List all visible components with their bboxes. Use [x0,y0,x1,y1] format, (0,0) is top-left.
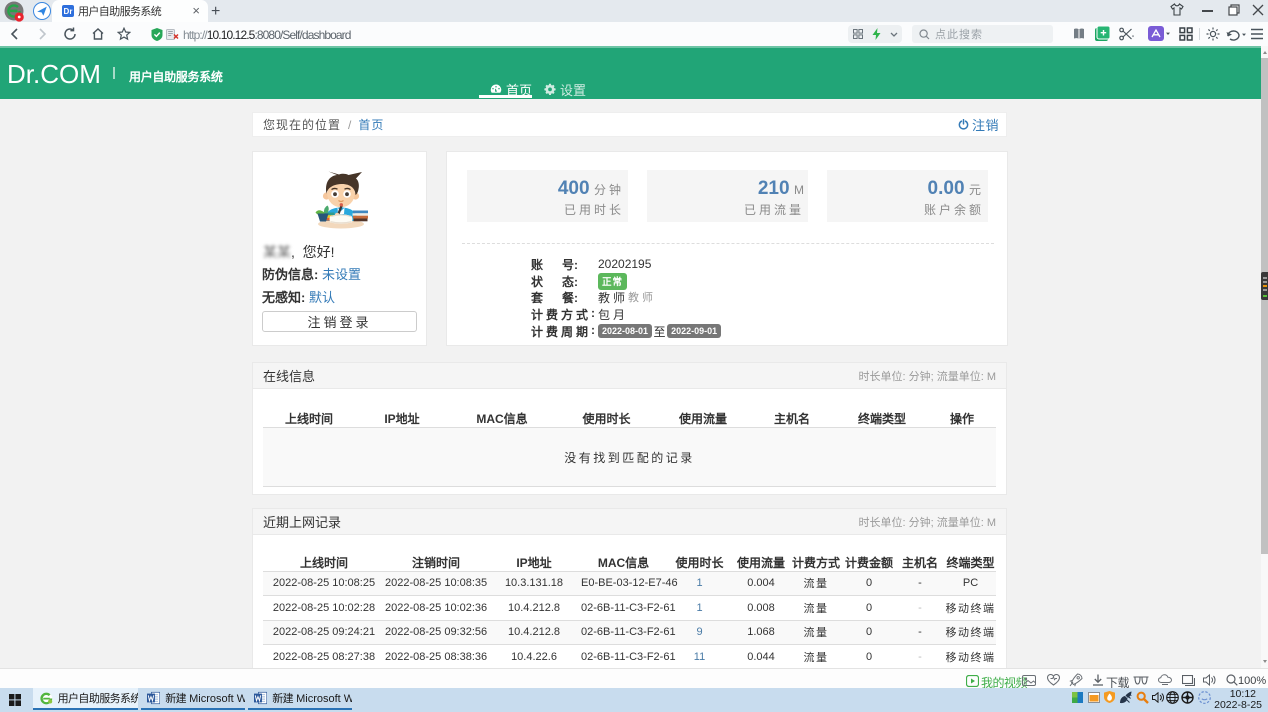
svg-text:Dr: Dr [64,7,73,16]
